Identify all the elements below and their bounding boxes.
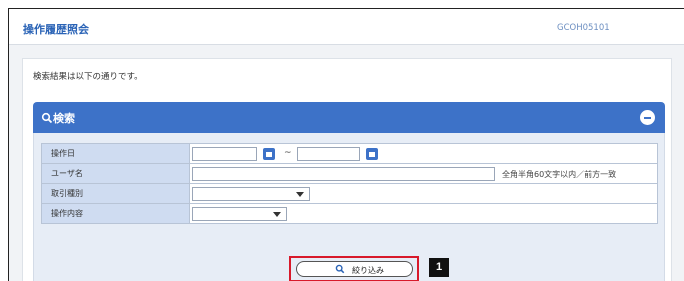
screen-id: GCOH05101 <box>557 23 610 33</box>
collapse-icon[interactable] <box>640 110 655 125</box>
date-from-input[interactable] <box>192 147 257 161</box>
operation-content-select[interactable] <box>192 207 287 221</box>
calendar-icon[interactable] <box>366 148 378 160</box>
search-panel-title: 検索 <box>53 112 75 125</box>
search-icon <box>41 112 53 124</box>
page-title: 操作履歴照会 <box>23 23 89 36</box>
user-name-input[interactable] <box>192 167 495 181</box>
date-to-input[interactable] <box>297 147 360 161</box>
label-transaction-type: 取引種別 <box>41 183 190 204</box>
form-row-user-name: ユーザ名 全角半角60文字以内／前方一致 <box>41 163 658 184</box>
form-row-operation-content: 操作内容 <box>41 203 658 224</box>
page-header: 操作履歴照会 GCOH05101 <box>9 9 684 45</box>
content-area: 検索結果は以下の通りです。 検索 操作日 ~ ユーザ名 全角半角60文字以内／前… <box>22 58 672 281</box>
filter-button-label: 絞り込み <box>352 266 384 275</box>
filter-button[interactable]: 絞り込み <box>296 261 413 277</box>
form-row-operation-date: 操作日 ~ <box>41 143 658 164</box>
search-form: 操作日 ~ ユーザ名 全角半角60文字以内／前方一致 取引種別 操作内容 <box>41 143 658 224</box>
label-user-name: ユーザ名 <box>41 163 190 184</box>
label-operation-content: 操作内容 <box>41 203 190 224</box>
callout-badge: 1 <box>429 258 449 277</box>
search-icon <box>335 264 345 274</box>
filter-button-highlight: 絞り込み <box>289 256 419 281</box>
form-row-transaction-type: 取引種別 <box>41 183 658 204</box>
result-message: 検索結果は以下の通りです。 <box>33 72 143 82</box>
chevron-down-icon <box>296 192 304 197</box>
search-panel-body: 操作日 ~ ユーザ名 全角半角60文字以内／前方一致 取引種別 操作内容 絞り込… <box>33 133 665 281</box>
calendar-icon[interactable] <box>263 148 275 160</box>
transaction-type-select[interactable] <box>192 187 310 201</box>
search-panel-header[interactable]: 検索 <box>33 102 665 133</box>
chevron-down-icon <box>273 212 281 217</box>
range-separator: ~ <box>284 148 292 158</box>
label-operation-date: 操作日 <box>41 143 190 164</box>
window-frame: 操作履歴照会 GCOH05101 検索結果は以下の通りです。 検索 操作日 ~ <box>8 8 684 281</box>
user-name-hint: 全角半角60文字以内／前方一致 <box>502 170 617 179</box>
